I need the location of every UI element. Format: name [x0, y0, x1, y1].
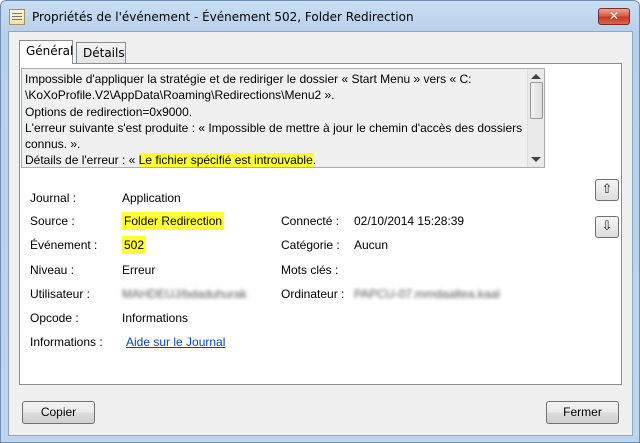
next-event-button[interactable]: ⇩ [595, 216, 619, 238]
category-label: Catégorie : [281, 238, 340, 252]
opcode-label: Opcode : [30, 311, 79, 325]
computer-label: Ordinateur : [281, 287, 345, 301]
event-message-text: Impossible d'appliquer la stratégie et d… [25, 71, 525, 168]
level-label: Niveau : [30, 263, 75, 277]
event-message-box[interactable]: Impossible d'appliquer la stratégie et d… [21, 68, 545, 168]
message-line: Impossible d'appliquer la stratégie et d… [25, 72, 472, 86]
info-label: Informations : [30, 335, 103, 349]
message-scrollbar[interactable] [527, 69, 544, 167]
computer-value: PAPCU-07.mmdaaltea.kaal [354, 287, 500, 301]
keywords-label: Mots clés : [281, 263, 339, 277]
scroll-up-arrow-icon[interactable] [531, 74, 541, 79]
message-error-prefix: Détails de l'erreur : « [25, 153, 139, 168]
title-bar[interactable]: Propriétés de l'événement - Événement 50… [1, 1, 639, 31]
message-line: \KoXoProfile.V2\AppData\Roaming\Redirect… [25, 88, 335, 103]
scroll-thumb[interactable] [530, 82, 543, 119]
window-close-button[interactable]: ✕ [598, 8, 630, 25]
user-value: MAHDEUJ/bdaduhurak [122, 287, 247, 301]
message-line: connus. ». [25, 137, 81, 152]
journal-value: Application [122, 191, 181, 205]
scroll-down-arrow-icon[interactable] [531, 157, 541, 162]
connected-label: Connecté : [281, 214, 340, 228]
journal-label: Journal : [30, 191, 77, 205]
copy-button[interactable]: Copier [22, 401, 95, 424]
message-line: Détails de l'erreur : « Le fichier spéci… [25, 152, 525, 168]
tab-general[interactable]: Général [19, 40, 73, 64]
event-viewer-icon [9, 9, 25, 25]
message-line: Options de redirection=0x9000. [25, 104, 193, 119]
message-error-highlight: Le fichier spécifié est introuvable [138, 153, 313, 168]
journal-help-link[interactable]: Aide sur le Journal [126, 335, 225, 349]
user-label: Utilisateur : [30, 287, 91, 301]
event-id-label: Événement : [30, 238, 98, 252]
previous-event-button[interactable]: ⇧ [595, 179, 619, 201]
category-value: Aucun [354, 238, 389, 252]
dialog-client: Général Détails Impossible d'appliquer l… [8, 31, 633, 436]
opcode-value: Informations [122, 311, 189, 325]
message-error-suffix: . [312, 153, 317, 168]
connected-value: 02/10/2014 15:28:39 [354, 214, 465, 228]
source-label: Source : [30, 214, 75, 228]
event-id-value: 502 [122, 236, 147, 254]
close-button[interactable]: Fermer [546, 401, 619, 424]
event-properties-window: Propriétés de l'événement - Événement 50… [0, 0, 640, 443]
message-line: L'erreur suivante s'est produite : « Imp… [25, 120, 523, 135]
tab-details[interactable]: Détails [76, 42, 126, 64]
source-value: Folder Redirection [122, 212, 225, 230]
level-value: Erreur [122, 263, 156, 277]
window-title: Propriétés de l'événement - Événement 50… [32, 10, 414, 24]
